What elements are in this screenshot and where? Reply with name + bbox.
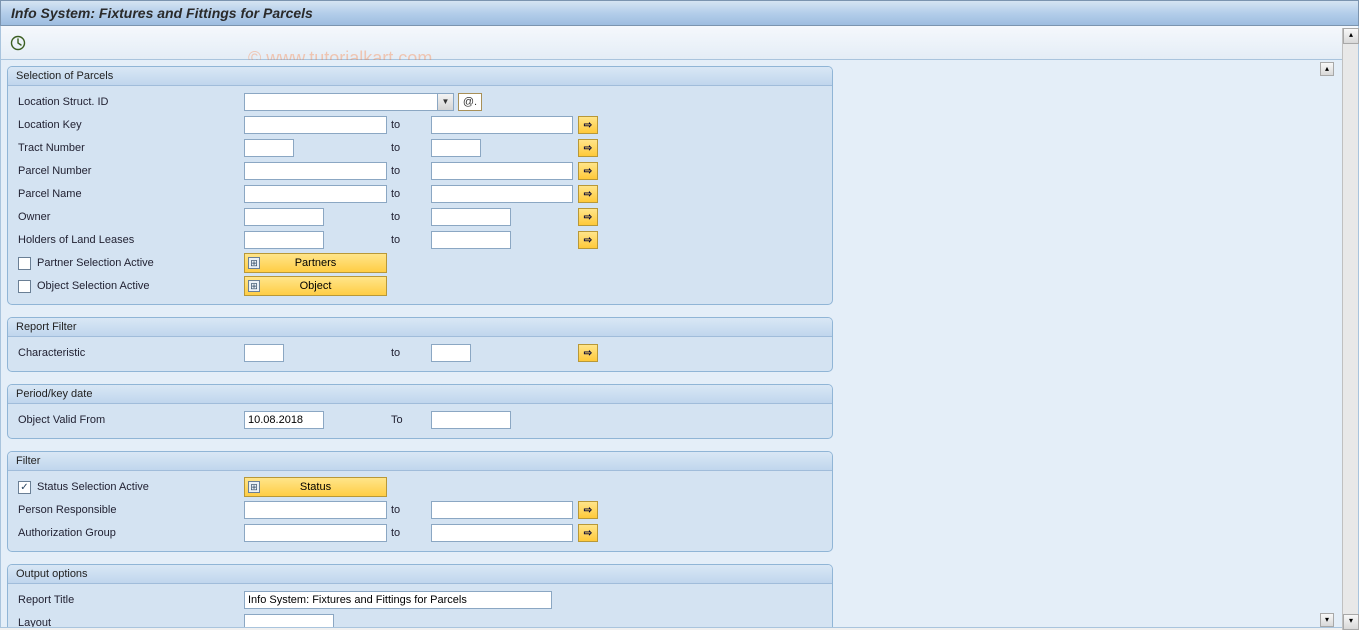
to-label: to [387, 188, 431, 200]
location-struct-combobox[interactable]: ▼ [244, 93, 454, 111]
arrow-right-icon: ⇨ [584, 143, 592, 154]
inner-scrollbar[interactable]: ▴ ▾ [1320, 60, 1334, 627]
group-header: Period/key date [8, 385, 832, 404]
label-layout: Layout [14, 617, 244, 628]
to-label: to [387, 347, 431, 359]
parcel-name-multiselect-button[interactable]: ⇨ [578, 185, 598, 203]
characteristic-to-input[interactable] [431, 344, 471, 362]
location-struct-aux-button[interactable]: @. [458, 93, 482, 111]
authorization-group-to-input[interactable] [431, 524, 573, 542]
partner-selection-checkbox[interactable] [18, 257, 31, 270]
location-key-multiselect-button[interactable]: ⇨ [578, 116, 598, 134]
to-label-cap: To [387, 414, 431, 426]
object-button[interactable]: ⊞Object [244, 276, 387, 296]
arrow-right-icon: ⇨ [584, 528, 592, 539]
label-characteristic: Characteristic [14, 347, 244, 359]
object-selection-checkbox[interactable] [18, 280, 31, 293]
to-label: to [387, 165, 431, 177]
group-period-key-date: Period/key date Object Valid From To [7, 384, 833, 439]
window-scrollbar[interactable]: ▴ ▾ [1342, 28, 1358, 630]
tract-number-from-input[interactable] [244, 139, 294, 157]
status-selection-checkbox[interactable]: ✓ [18, 481, 31, 494]
to-label: to [387, 504, 431, 516]
label-tract-number: Tract Number [14, 142, 244, 154]
report-title-input[interactable] [244, 591, 552, 609]
parcel-number-multiselect-button[interactable]: ⇨ [578, 162, 598, 180]
label-parcel-number: Parcel Number [14, 165, 244, 177]
status-button[interactable]: ⊞Status [244, 477, 387, 497]
group-report-filter: Report Filter Characteristic to ⇨ [7, 317, 833, 372]
label-object-valid-from: Object Valid From [14, 414, 244, 426]
layout-input[interactable] [244, 614, 334, 628]
arrow-right-icon: ⇨ [584, 235, 592, 246]
parcel-name-to-input[interactable] [431, 185, 573, 203]
location-key-from-input[interactable] [244, 116, 387, 134]
authorization-group-from-input[interactable] [244, 524, 387, 542]
to-label: to [387, 211, 431, 223]
expand-icon: ⊞ [248, 481, 260, 493]
arrow-right-icon: ⇨ [584, 212, 592, 223]
label-holders: Holders of Land Leases [14, 234, 244, 246]
tract-number-to-input[interactable] [431, 139, 481, 157]
group-header: Output options [8, 565, 832, 584]
owner-to-input[interactable] [431, 208, 511, 226]
group-output-options: Output options Report Title Layout [7, 564, 833, 628]
arrow-right-icon: ⇨ [584, 348, 592, 359]
group-header: Selection of Parcels [8, 67, 832, 86]
arrow-right-icon: ⇨ [584, 166, 592, 177]
group-header: Filter [8, 452, 832, 471]
execute-icon[interactable] [9, 34, 27, 52]
title-bar: Info System: Fixtures and Fittings for P… [0, 0, 1359, 26]
location-key-to-input[interactable] [431, 116, 573, 134]
holders-from-input[interactable] [244, 231, 324, 249]
person-responsible-from-input[interactable] [244, 501, 387, 519]
label-report-title: Report Title [14, 594, 244, 606]
person-responsible-multiselect-button[interactable]: ⇨ [578, 501, 598, 519]
object-valid-to-input[interactable] [431, 411, 511, 429]
to-label: to [387, 142, 431, 154]
scroll-up-icon[interactable]: ▴ [1343, 28, 1359, 44]
label-partner-selection: Partner Selection Active [37, 257, 154, 269]
parcel-number-to-input[interactable] [431, 162, 573, 180]
object-valid-from-input[interactable] [244, 411, 324, 429]
expand-icon: ⊞ [248, 257, 260, 269]
parcel-number-from-input[interactable] [244, 162, 387, 180]
label-object-selection: Object Selection Active [37, 280, 150, 292]
label-parcel-name: Parcel Name [14, 188, 244, 200]
chevron-down-icon: ▼ [437, 94, 453, 110]
partners-button[interactable]: ⊞Partners [244, 253, 387, 273]
owner-from-input[interactable] [244, 208, 324, 226]
to-label: to [387, 234, 431, 246]
parcel-name-from-input[interactable] [244, 185, 387, 203]
toolbar [0, 26, 1359, 60]
label-person-responsible: Person Responsible [14, 504, 244, 516]
label-location-key: Location Key [14, 119, 244, 131]
page-title: Info System: Fixtures and Fittings for P… [11, 5, 313, 21]
characteristic-multiselect-button[interactable]: ⇨ [578, 344, 598, 362]
tract-number-multiselect-button[interactable]: ⇨ [578, 139, 598, 157]
main-area: Selection of Parcels Location Struct. ID… [0, 60, 1359, 628]
label-owner: Owner [14, 211, 244, 223]
owner-multiselect-button[interactable]: ⇨ [578, 208, 598, 226]
arrow-right-icon: ⇨ [584, 189, 592, 200]
to-label: to [387, 119, 431, 131]
holders-to-input[interactable] [431, 231, 511, 249]
authorization-group-multiselect-button[interactable]: ⇨ [578, 524, 598, 542]
expand-icon: ⊞ [248, 280, 260, 292]
to-label: to [387, 527, 431, 539]
scroll-up-icon[interactable]: ▴ [1320, 62, 1334, 76]
scroll-down-icon[interactable]: ▾ [1320, 613, 1334, 627]
scroll-down-icon[interactable]: ▾ [1343, 614, 1359, 630]
group-header: Report Filter [8, 318, 832, 337]
group-filter: Filter ✓ Status Selection Active ⊞Status… [7, 451, 833, 552]
label-location-struct: Location Struct. ID [14, 96, 244, 108]
characteristic-from-input[interactable] [244, 344, 284, 362]
arrow-right-icon: ⇨ [584, 505, 592, 516]
person-responsible-to-input[interactable] [431, 501, 573, 519]
arrow-right-icon: ⇨ [584, 120, 592, 131]
group-selection-parcels: Selection of Parcels Location Struct. ID… [7, 66, 833, 305]
label-authorization-group: Authorization Group [14, 527, 244, 539]
holders-multiselect-button[interactable]: ⇨ [578, 231, 598, 249]
label-status-selection: Status Selection Active [37, 481, 149, 493]
